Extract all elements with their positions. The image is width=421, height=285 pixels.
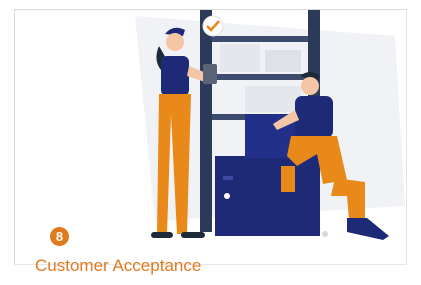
step-title: Customer Acceptance <box>35 256 202 275</box>
delivery-illustration <box>135 10 405 240</box>
step-card: 8 Customer Acceptance <box>0 0 421 285</box>
checkmark-bubble-icon <box>202 15 224 37</box>
card-border-left <box>14 9 15 264</box>
step-number-badge: 8 <box>50 227 69 246</box>
